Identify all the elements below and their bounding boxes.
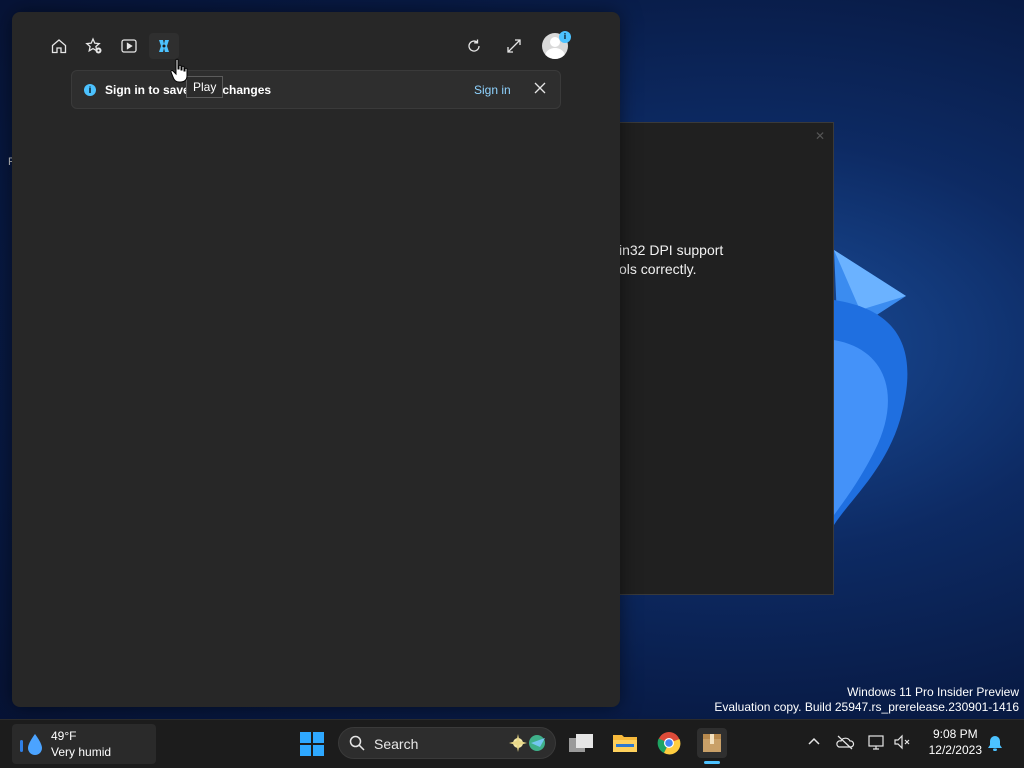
windows-start-icon[interactable]: [300, 732, 324, 756]
home-button[interactable]: [44, 33, 74, 59]
signin-banner: i Sign in to save your changes Sign in: [71, 70, 561, 109]
close-banner-icon[interactable]: [532, 80, 548, 96]
task-view-button[interactable]: [566, 728, 596, 758]
play-button[interactable]: [149, 33, 179, 59]
expand-button[interactable]: [499, 33, 529, 59]
refresh-icon: [468, 39, 480, 52]
home-icon: [51, 39, 67, 54]
taskbar: 49°F Very humid Search 9:08 PM 12/2/2023: [0, 719, 1024, 768]
chrome-button[interactable]: [654, 728, 684, 758]
search-label: Search: [374, 736, 419, 752]
taskbar-search-box[interactable]: Search: [338, 727, 556, 759]
volume-muted-icon[interactable]: [892, 732, 912, 752]
os-watermark: Windows 11 Pro Insider Preview Evaluatio…: [714, 685, 1019, 715]
video-button[interactable]: [114, 33, 144, 59]
avatar-info-badge: i: [559, 31, 571, 43]
sign-in-link[interactable]: Sign in: [474, 83, 511, 97]
dialog-text: in32 DPI support ols correctly.: [619, 242, 724, 277]
game-icon: [159, 40, 169, 52]
widgets-flyout: i i Sign in to save your changes Sign in…: [12, 12, 620, 707]
notification-bell-icon[interactable]: [986, 734, 1004, 752]
chrome-icon: [657, 732, 681, 755]
weather-widget[interactable]: 49°F Very humid: [12, 724, 156, 764]
star-settings-icon: [85, 37, 102, 54]
active-app-indicator: [704, 761, 720, 764]
weather-temperature: 49°F: [51, 729, 77, 743]
watermark-line2: Evaluation copy. Build 25947.rs_prerelea…: [714, 700, 1019, 714]
play-tooltip: Play: [186, 76, 224, 98]
weather-condition: Very humid: [51, 745, 112, 759]
file-explorer-button[interactable]: [610, 728, 640, 758]
search-highlight-icon: [509, 734, 545, 752]
system-clock[interactable]: 9:08 PM 12/2/2023: [929, 726, 982, 758]
avatar-body: [545, 48, 565, 59]
favorites-button[interactable]: [79, 33, 109, 59]
store-app-button[interactable]: [697, 728, 727, 758]
folder-icon: [613, 735, 637, 752]
background-dialog-window[interactable]: ✕ in32 DPI support ols correctly.: [612, 122, 834, 595]
chevron-up-icon[interactable]: [804, 732, 824, 752]
watermark-line1: Windows 11 Pro Insider Preview: [847, 685, 1019, 699]
close-icon[interactable]: ✕: [815, 129, 825, 143]
raindrop-icon: [20, 734, 42, 755]
onedrive-offline-icon[interactable]: [835, 732, 855, 752]
package-icon: [703, 734, 721, 752]
info-icon: i: [84, 84, 96, 96]
mouse-cursor-hand-icon: [170, 58, 188, 83]
flyout-topbar: i: [12, 12, 620, 72]
refresh-button[interactable]: [459, 33, 489, 59]
network-icon[interactable]: [866, 732, 886, 752]
task-view-icon: [569, 734, 593, 752]
play-video-icon: [121, 39, 137, 53]
clock-date: 12/2/2023: [928, 743, 982, 757]
search-icon: [349, 735, 365, 751]
expand-icon: [507, 39, 521, 53]
clock-time: 9:08 PM: [932, 727, 978, 741]
